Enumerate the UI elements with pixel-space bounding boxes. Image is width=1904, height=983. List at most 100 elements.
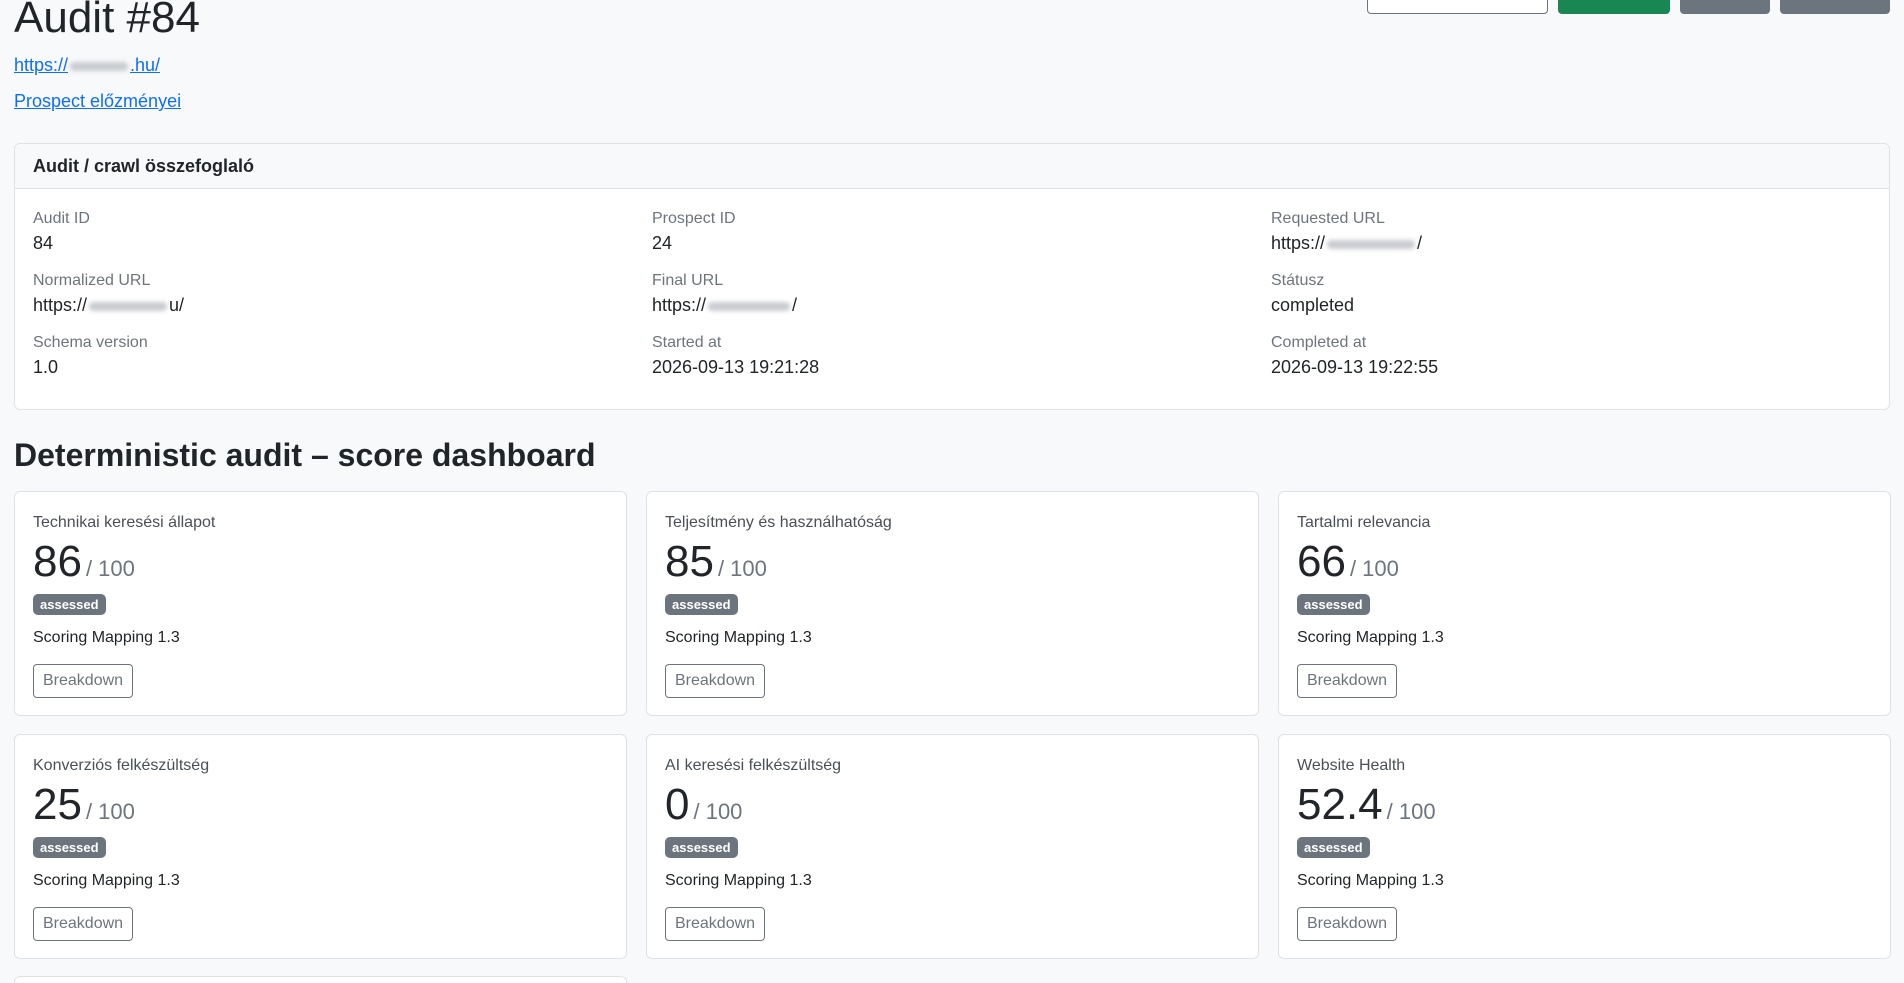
site-url-prefix: https://	[14, 55, 69, 75]
score-max: / 100	[85, 799, 135, 824]
score-max: / 100	[1386, 799, 1436, 824]
url-suffix: u/	[169, 295, 185, 315]
top-outline-button[interactable]	[1367, 0, 1548, 14]
status-badge: assessed	[1297, 837, 1370, 858]
url-prefix: https://	[1271, 233, 1326, 253]
summary-field: Final URL https:// /	[652, 271, 1271, 317]
summary-field: Státusz completed	[1271, 271, 1871, 317]
score-max: / 100	[1349, 556, 1399, 581]
dashboard-title: Deterministic audit – score dashboard	[14, 437, 596, 473]
status-badge: assessed	[665, 594, 738, 615]
field-value: 2026-09-13 19:21:28	[652, 357, 820, 377]
score-value: 86	[33, 537, 82, 586]
score-card: Tartalmi relevancia 66/ 100 assessed Sco…	[1278, 491, 1891, 716]
redacted-text	[708, 301, 791, 311]
summary-grid: Audit ID 84 Prospect ID 24 Requested URL…	[15, 189, 1889, 379]
top-actions	[1367, 0, 1890, 14]
top-secondary-button[interactable]	[1680, 0, 1770, 14]
score-value: 25	[33, 780, 82, 829]
scoring-mapping: Scoring Mapping 1.3	[33, 629, 180, 646]
next-card-partial	[14, 976, 627, 983]
status-badge: assessed	[33, 594, 106, 615]
status-badge: assessed	[665, 837, 738, 858]
summary-field: Prospect ID 24	[652, 209, 1271, 255]
score-line: 52.4/ 100	[1297, 783, 1872, 837]
status-badge: assessed	[33, 837, 106, 858]
summary-field: Normalized URL https:// u/	[33, 271, 652, 317]
score-max: / 100	[85, 556, 135, 581]
score-line: 66/ 100	[1297, 540, 1872, 594]
breakdown-button[interactable]: Breakdown	[33, 664, 134, 698]
field-label: Státusz	[1271, 272, 1325, 289]
summary-header: Audit / crawl összefoglaló	[15, 144, 1889, 189]
redacted-text	[1327, 239, 1416, 249]
scoring-mapping: Scoring Mapping 1.3	[33, 872, 180, 889]
breakdown-button[interactable]: Breakdown	[1297, 664, 1398, 698]
scoring-mapping: Scoring Mapping 1.3	[665, 872, 812, 889]
page-title: Audit #84	[14, 0, 200, 42]
score-line: 86/ 100	[33, 540, 608, 594]
score-label: AI keresési felkészültség	[665, 757, 842, 774]
summary-field: Completed at 2026-09-13 19:22:55	[1271, 333, 1871, 379]
score-line: 85/ 100	[665, 540, 1240, 594]
field-value: https:// /	[652, 293, 1271, 317]
redacted-text	[70, 61, 129, 71]
score-max: / 100	[693, 799, 743, 824]
field-value: completed	[1271, 295, 1355, 315]
score-label: Konverziós felkészültség	[33, 757, 210, 774]
field-value: 24	[652, 233, 673, 253]
score-line: 25/ 100	[33, 783, 608, 837]
field-label: Schema version	[33, 334, 148, 351]
url-suffix: /	[792, 295, 798, 315]
breakdown-button[interactable]: Breakdown	[665, 907, 766, 941]
scoring-mapping: Scoring Mapping 1.3	[1297, 872, 1444, 889]
score-card: Teljesítmény és használhatóság 85/ 100 a…	[646, 491, 1259, 716]
status-badge: assessed	[1297, 594, 1370, 615]
summary-field: Started at 2026-09-13 19:21:28	[652, 333, 1271, 379]
summary-card: Audit / crawl összefoglaló Audit ID 84 P…	[14, 143, 1890, 410]
score-card: AI keresési felkészültség 0/ 100 assesse…	[646, 734, 1259, 959]
field-value: 84	[33, 233, 54, 253]
score-card: Technikai keresési állapot 86/ 100 asses…	[14, 491, 627, 716]
url-suffix: /	[1417, 233, 1423, 253]
breakdown-button[interactable]: Breakdown	[665, 664, 766, 698]
field-value: https:// u/	[33, 293, 652, 317]
field-label: Audit ID	[33, 210, 90, 227]
prospect-history-link[interactable]: Prospect előzményei	[14, 91, 181, 112]
field-label: Final URL	[652, 272, 724, 289]
top-secondary-button-2[interactable]	[1780, 0, 1890, 14]
field-value: 2026-09-13 19:22:55	[1271, 357, 1439, 377]
score-card: Website Health 52.4/ 100 assessed Scorin…	[1278, 734, 1891, 959]
field-value: 1.0	[33, 357, 59, 377]
score-card: Konverziós felkészültség 25/ 100 assesse…	[14, 734, 627, 959]
score-value: 0	[665, 780, 690, 829]
url-prefix: https://	[33, 295, 88, 315]
field-label: Completed at	[1271, 334, 1367, 351]
score-label: Technikai keresési állapot	[33, 514, 216, 531]
breakdown-button[interactable]: Breakdown	[33, 907, 134, 941]
summary-field: Requested URL https:// /	[1271, 209, 1871, 255]
field-label: Requested URL	[1271, 210, 1385, 227]
summary-field: Schema version 1.0	[33, 333, 652, 379]
field-label: Prospect ID	[652, 210, 736, 227]
scoring-mapping: Scoring Mapping 1.3	[665, 629, 812, 646]
score-cards: Technikai keresési állapot 86/ 100 asses…	[14, 491, 1891, 959]
score-label: Teljesítmény és használhatóság	[665, 514, 892, 531]
score-label: Website Health	[1297, 757, 1406, 774]
breakdown-button[interactable]: Breakdown	[1297, 907, 1398, 941]
field-value: https:// /	[1271, 231, 1871, 255]
redacted-text	[89, 301, 168, 311]
score-value: 52.4	[1297, 780, 1383, 829]
field-label: Started at	[652, 334, 722, 351]
site-url-link[interactable]: https:// .hu/	[14, 55, 160, 76]
page: Audit #84 https:// .hu/ Prospect előzmény…	[0, 0, 1904, 983]
top-success-button[interactable]	[1558, 0, 1670, 14]
score-line: 0/ 100	[665, 783, 1240, 837]
score-value: 85	[665, 537, 714, 586]
field-label: Normalized URL	[33, 272, 151, 289]
site-url-suffix: .hu/	[130, 55, 161, 75]
score-value: 66	[1297, 537, 1346, 586]
scoring-mapping: Scoring Mapping 1.3	[1297, 629, 1444, 646]
score-label: Tartalmi relevancia	[1297, 514, 1431, 531]
url-prefix: https://	[652, 295, 707, 315]
